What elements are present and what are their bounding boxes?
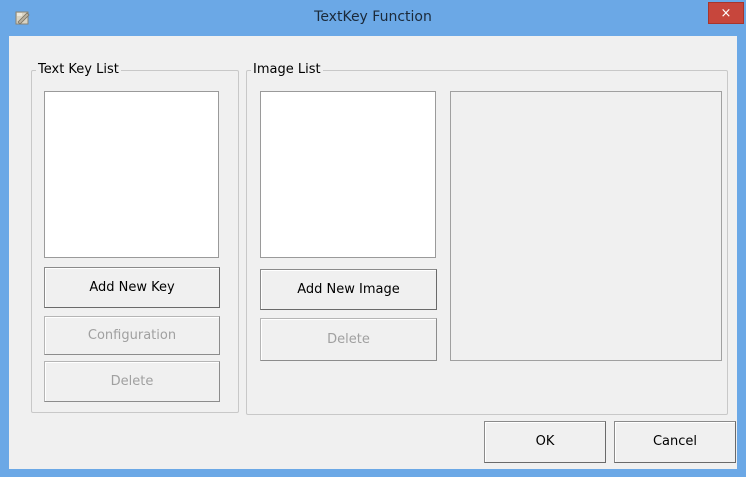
ok-button[interactable]: OK bbox=[484, 421, 606, 463]
add-new-key-button[interactable]: Add New Key bbox=[44, 267, 220, 308]
close-button[interactable]: × bbox=[708, 2, 744, 24]
image-list-group: Image List Add New Image Delete bbox=[246, 62, 728, 415]
image-preview bbox=[450, 91, 722, 361]
text-key-listbox[interactable] bbox=[44, 91, 219, 258]
add-new-image-button[interactable]: Add New Image bbox=[260, 269, 437, 310]
image-list-label: Image List bbox=[251, 62, 323, 78]
text-key-list-label: Text Key List bbox=[36, 62, 121, 78]
delete-key-button[interactable]: Delete bbox=[44, 361, 220, 402]
text-key-list-group: Text Key List Add New Key Configuration … bbox=[31, 62, 239, 413]
window-title: TextKey Function bbox=[314, 9, 432, 25]
cancel-button[interactable]: Cancel bbox=[614, 421, 736, 463]
configuration-button[interactable]: Configuration bbox=[44, 316, 220, 355]
close-icon: × bbox=[720, 6, 732, 21]
image-listbox[interactable] bbox=[260, 91, 436, 258]
dialog-window: TextKey Function × Text Key List Add New… bbox=[0, 0, 746, 477]
title-bar[interactable]: TextKey Function × bbox=[0, 0, 746, 36]
dialog-body: Text Key List Add New Key Configuration … bbox=[9, 36, 737, 469]
delete-image-button[interactable]: Delete bbox=[260, 318, 437, 361]
